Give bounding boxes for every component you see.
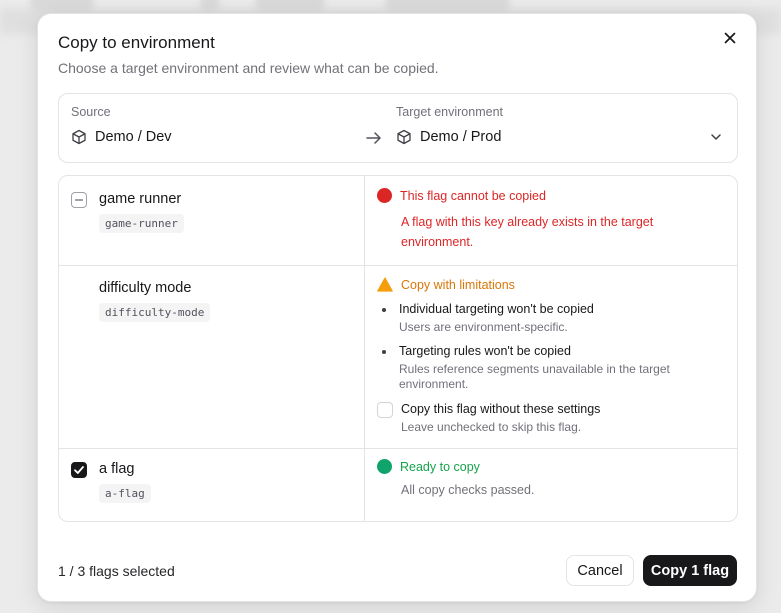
close-button[interactable] (718, 26, 742, 50)
status-label: This flag cannot be copied (400, 188, 546, 203)
flag-key: difficulty-mode (99, 303, 211, 322)
dialog-title: Copy to environment (58, 33, 215, 52)
option-label: Copy this flag without these settings (401, 402, 601, 416)
cube-icon (397, 129, 411, 145)
source-label: Source (71, 105, 111, 119)
copy-to-environment-dialog: Copy to environment Choose a target envi… (37, 13, 757, 602)
target-value: Demo / Prod (420, 129, 502, 145)
limitation-subtitle: Users are environment-specific. (399, 320, 568, 334)
flag-row-a-flag: a flag a-flag Ready to copy All copy che… (59, 448, 737, 521)
cube-icon (72, 129, 86, 145)
environment-selector: Source Demo / Dev Target environment Dem… (58, 93, 738, 163)
flags-table: game runner game-runner This flag cannot… (58, 175, 738, 522)
source-environment: Demo / Dev (71, 129, 172, 145)
status-warning: Copy with limitations (377, 277, 515, 292)
target-environment-select[interactable]: Demo / Prod (396, 129, 501, 145)
flag-checkbox-checked[interactable] (71, 462, 87, 478)
limitation-title: Targeting rules won't be copied (399, 344, 571, 358)
warning-icon (377, 277, 393, 292)
status-label: Ready to copy (400, 459, 480, 474)
dialog-description: Choose a target environment and review w… (58, 60, 439, 76)
bullet-icon (382, 350, 386, 354)
source-value: Demo / Dev (95, 129, 172, 145)
option-hint: Leave unchecked to skip this flag. (401, 420, 582, 434)
close-icon (724, 32, 736, 44)
check-icon (74, 466, 84, 474)
limitation-subtitle: Rules reference segments unavailable in … (399, 362, 670, 391)
target-label: Target environment (396, 105, 504, 119)
success-status-icon (377, 459, 392, 474)
flag-checkbox-indeterminate[interactable] (71, 192, 87, 208)
limitation-title: Individual targeting won't be copied (399, 302, 594, 316)
arrow-right-icon (366, 132, 381, 144)
status-detail: All copy checks passed. (401, 483, 535, 497)
copy-flags-button[interactable]: Copy 1 flag (643, 555, 737, 586)
status-success: Ready to copy (377, 459, 480, 474)
error-status-icon (377, 188, 392, 203)
flag-key: game-runner (99, 214, 184, 233)
flag-name: a flag (99, 461, 135, 477)
bullet-icon (382, 308, 386, 312)
status-label: Copy with limitations (401, 277, 515, 292)
chevron-down-icon[interactable] (709, 130, 723, 144)
flag-name: game runner (99, 191, 182, 207)
copy-without-settings-checkbox[interactable] (377, 402, 393, 418)
flag-row-difficulty-mode: difficulty mode difficulty-mode Copy wit… (59, 265, 737, 449)
status-detail: A flag with this key already exists in t… (401, 215, 654, 249)
cancel-button[interactable]: Cancel (566, 555, 634, 586)
flag-key: a-flag (99, 484, 151, 503)
flag-row-game-runner: game runner game-runner This flag cannot… (59, 176, 737, 266)
status-error: This flag cannot be copied (377, 188, 546, 203)
flag-name: difficulty mode (99, 280, 192, 296)
selection-count: 1 / 3 flags selected (58, 563, 175, 579)
